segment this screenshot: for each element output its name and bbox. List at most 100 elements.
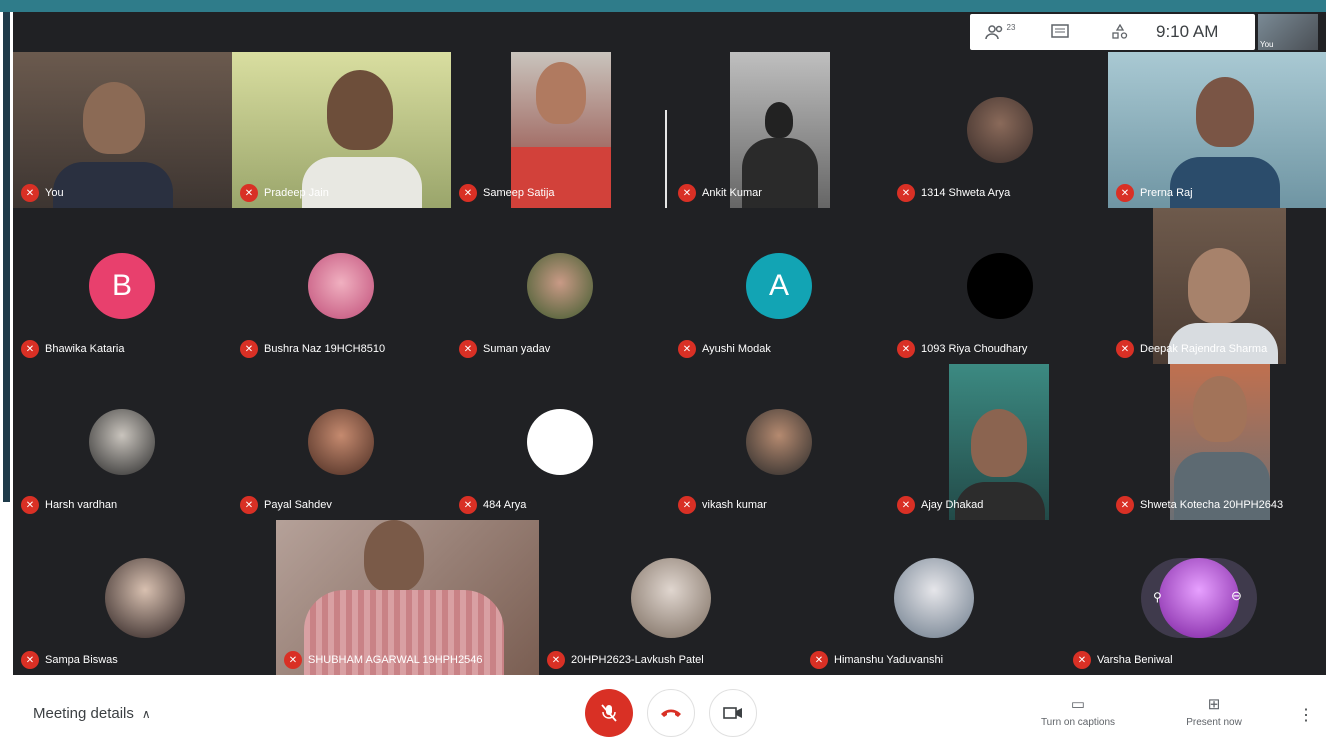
participant-name: Bhawika Kataria [45,343,125,355]
mic-off-icon: ✕ [678,184,696,202]
participant-tile[interactable]: ✕ Suman yadav [451,208,670,364]
meeting-details-button[interactable]: Meeting details ∧ [33,705,151,722]
participant-tile[interactable]: A ✕ Ayushi Modak [670,208,889,364]
participant-tile[interactable]: ✕ You [13,52,232,208]
participant-tile[interactable]: ✕ Bushra Naz 19HCH8510 [232,208,451,364]
participant-tile[interactable]: ⚲ ⊖ ✕ Varsha Beniwal [1065,520,1326,675]
captions-button[interactable]: ▭ Turn on captions [1028,695,1128,728]
mic-off-icon: ✕ [459,496,477,514]
mic-off-icon: ✕ [21,496,39,514]
meeting-header: 23 9:10 AM [970,14,1255,50]
pin-icon[interactable]: ⚲ [1153,590,1162,604]
mic-off-icon: ✕ [459,184,477,202]
participant-tile[interactable]: ✕ Payal Sahdev [232,364,451,520]
participant-tile[interactable]: ✕ vikash kumar [670,364,889,520]
mic-off-icon: ✕ [240,496,258,514]
captions-icon: ▭ [1070,696,1086,713]
meeting-time: 9:10 AM [1156,22,1219,41]
participant-name: SHUBHAM AGARWAL 19HPH2546 [308,654,483,666]
participant-name: vikash kumar [702,499,767,511]
camera-toggle-button[interactable] [709,689,757,737]
participant-tile[interactable]: ✕ Shweta Kotecha 20HPH2643 [1108,364,1326,520]
leave-call-button[interactable] [647,689,695,737]
participant-name: Sameep Satija [483,187,555,199]
participant-avatar [746,409,812,475]
participant-name: Sampa Biswas [45,654,118,666]
mic-toggle-button[interactable] [585,689,633,737]
more-options-icon[interactable]: ⊖ [1231,588,1242,604]
mic-off-icon: ✕ [240,184,258,202]
mic-off-icon: ✕ [1073,651,1091,669]
mic-off-icon: ✕ [21,651,39,669]
participant-avatar [105,558,185,638]
captions-label: Turn on captions [1040,717,1116,728]
mic-off-icon: ✕ [459,340,477,358]
participant-name: Deepak Rajendra Sharma [1140,343,1268,355]
mic-off-icon: ✕ [810,651,828,669]
divider [665,110,667,218]
chat-icon[interactable] [1030,24,1090,40]
mic-off-icon: ✕ [21,184,39,202]
left-edge-strip [0,12,13,675]
participants-count: 23 [1006,22,1016,32]
more-options-button[interactable]: ⋮ [1298,705,1314,725]
participant-tile[interactable]: ✕ 1093 Riya Choudhary [889,208,1108,364]
participant-name: 20HPH2623-Lavkush Patel [571,654,704,666]
mic-off-icon: ✕ [678,496,696,514]
participant-tile[interactable]: ✕ Harsh vardhan [13,364,232,520]
self-preview-thumbnail[interactable]: You [1258,14,1318,50]
participant-tile[interactable]: ✕ Sampa Biswas [13,520,276,675]
people-icon[interactable]: 23 [970,22,1030,40]
chevron-up-icon: ∧ [141,707,151,721]
mic-off-icon: ✕ [1116,496,1134,514]
participant-avatar [527,253,593,319]
participant-tile[interactable]: ✕ Prerna Raj [1108,52,1326,208]
participant-tile[interactable]: ✕ Himanshu Yaduvanshi [802,520,1065,675]
participant-tile[interactable]: ✕ Deepak Rajendra Sharma [1108,208,1326,364]
self-thumb-label: You [1260,40,1274,49]
bottom-controls-bar: Meeting details ∧ ▭ Turn on captions ⊞ Pr… [0,675,1326,737]
participant-avatar [967,253,1033,319]
participant-tile[interactable]: ✕ SHUBHAM AGARWAL 19HPH2546 [276,520,539,675]
mic-off-icon: ✕ [284,651,302,669]
participant-avatar: B [89,253,155,319]
activities-icon[interactable] [1090,24,1150,40]
meeting-details-label: Meeting details [33,705,134,722]
participant-name: Shweta Kotecha 20HPH2643 [1140,499,1284,511]
participant-name: Pradeep Jain [264,187,329,199]
participant-tile[interactable]: ✕ Ankit Kumar [670,52,889,208]
participant-name: 1093 Riya Choudhary [921,343,1028,355]
participant-name: Ankit Kumar [702,187,762,199]
mic-off-icon: ✕ [240,340,258,358]
participant-avatar [631,558,711,638]
mic-off-icon: ✕ [1116,184,1134,202]
participant-name: You [45,187,64,199]
participant-name: Ajay Dhakad [921,499,984,511]
participant-avatar [527,409,593,475]
participant-avatar [308,253,374,319]
mic-off-icon: ✕ [1116,340,1134,358]
participant-avatar [1159,558,1239,638]
present-now-button[interactable]: ⊞ Present now [1164,695,1264,728]
participant-tile[interactable]: B ✕ Bhawika Kataria [13,208,232,364]
participant-name: 484 Arya [483,499,527,511]
present-label: Present now [1186,717,1242,728]
participant-tile[interactable]: ✕ 1314 Shweta Arya [889,52,1108,208]
participant-name: Ayushi Modak [702,343,771,355]
participant-name: Prerna Raj [1140,187,1193,199]
participant-name: Harsh vardhan [45,499,118,511]
mic-off-icon: ✕ [897,184,915,202]
mic-off-icon: ✕ [547,651,565,669]
participant-tile[interactable]: ✕ 20HPH2623-Lavkush Patel [539,520,802,675]
mic-off-icon: ✕ [678,340,696,358]
participant-tile[interactable]: ✕ 484 Arya [451,364,670,520]
participant-name: Himanshu Yaduvanshi [834,654,944,666]
participant-name: Payal Sahdev [264,499,332,511]
participant-tile[interactable]: ✕ Pradeep Jain [232,52,451,208]
participant-tile[interactable]: ✕ Sameep Satija [451,52,670,208]
participant-name: Suman yadav [483,343,551,355]
participant-avatar [89,409,155,475]
participant-avatar [967,97,1033,163]
participant-name: Bushra Naz 19HCH8510 [264,343,386,355]
participant-tile[interactable]: ✕ Ajay Dhakad [889,364,1108,520]
